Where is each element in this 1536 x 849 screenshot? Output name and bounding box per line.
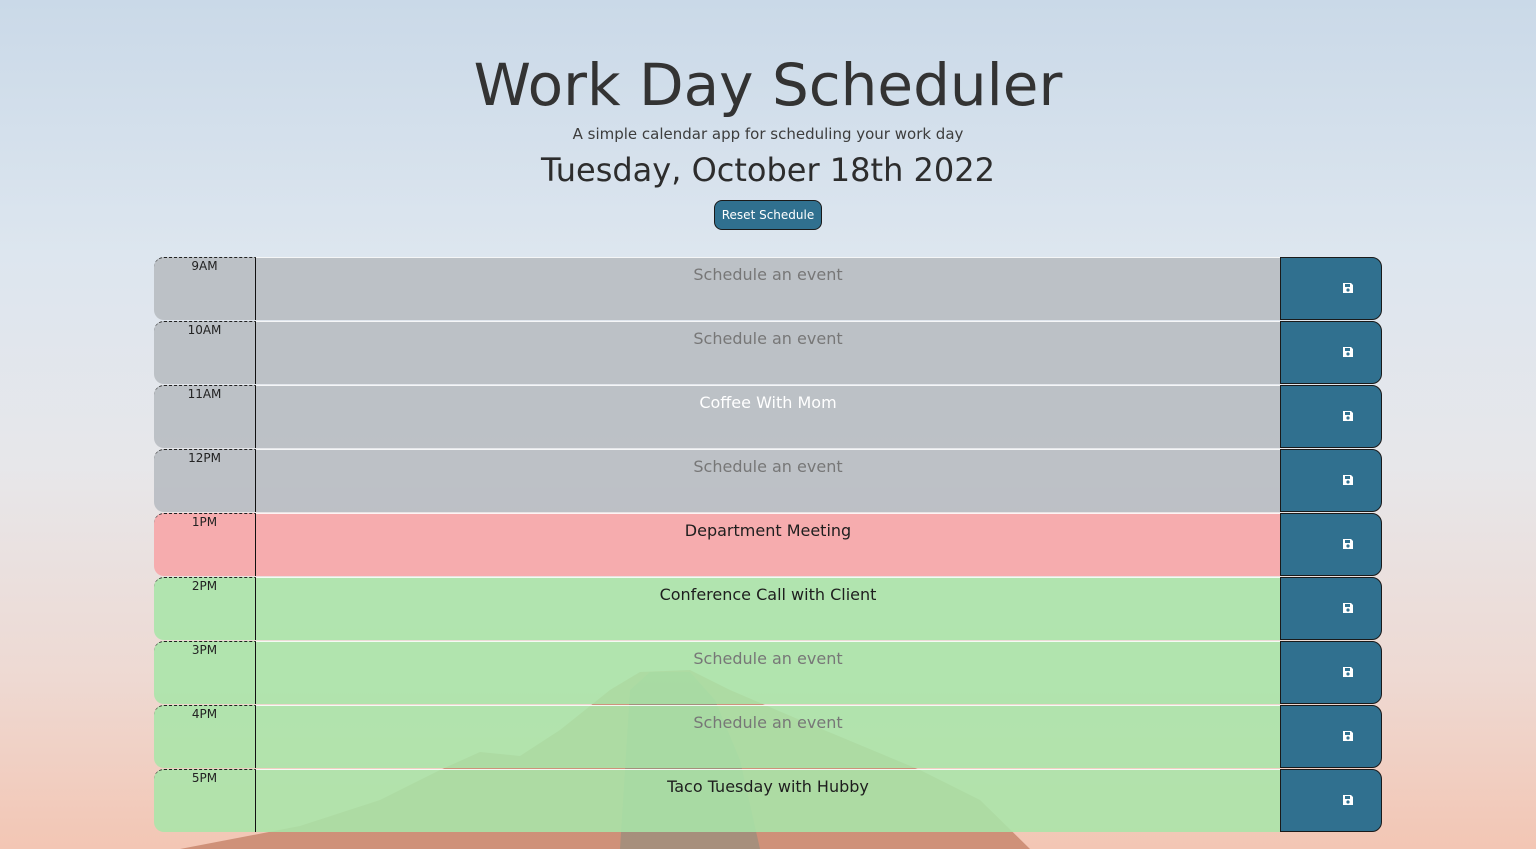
save-button[interactable] [1280,385,1382,448]
save-button[interactable] [1280,577,1382,640]
event-input[interactable]: Coffee With Mom [256,385,1280,448]
save-button[interactable] [1280,513,1382,576]
save-button[interactable] [1280,321,1382,384]
page-subtitle: A simple calendar app for scheduling you… [572,125,964,143]
hour-label: 2PM [154,577,256,640]
event-input[interactable] [256,321,1280,384]
save-icon [1343,539,1353,549]
current-date: Tuesday, October 18th 2022 [541,151,995,189]
hour-label: 11AM [154,385,256,448]
save-button[interactable] [1280,641,1382,704]
time-block-12pm: 12PM [154,449,1382,513]
event-input[interactable] [256,257,1280,320]
event-input[interactable]: Conference Call with Client [256,577,1280,640]
hour-label: 12PM [154,449,256,512]
save-icon [1343,731,1353,741]
time-block-3pm: 3PM [154,641,1382,705]
save-icon [1343,475,1353,485]
time-block-1pm: 1PM Department Meeting [154,513,1382,577]
save-icon [1343,795,1353,805]
hour-label: 5PM [154,769,256,832]
event-input[interactable] [256,449,1280,512]
hour-label: 9AM [154,257,256,320]
reset-schedule-button[interactable]: Reset Schedule [714,200,822,230]
save-button[interactable] [1280,769,1382,832]
hour-label: 1PM [154,513,256,576]
hour-label: 10AM [154,321,256,384]
event-input[interactable]: Taco Tuesday with Hubby [256,769,1280,832]
event-input[interactable] [256,641,1280,704]
time-block-11am: 11AM Coffee With Mom [154,385,1382,449]
time-block-10am: 10AM [154,321,1382,385]
event-input[interactable]: Department Meeting [256,513,1280,576]
save-icon [1343,347,1353,357]
time-block-2pm: 2PM Conference Call with Client [154,577,1382,641]
save-button[interactable] [1280,257,1382,320]
time-block-9am: 9AM [154,257,1382,321]
hour-label: 3PM [154,641,256,704]
save-icon [1343,603,1353,613]
save-icon [1343,667,1353,677]
save-icon [1343,411,1353,421]
event-input[interactable] [256,705,1280,768]
save-icon [1343,283,1353,293]
time-block-5pm: 5PM Taco Tuesday with Hubby [154,769,1382,833]
schedule-list: 9AM 10AM 11AM Coffee With Mom 12PM 1PM D… [154,257,1382,833]
time-block-4pm: 4PM [154,705,1382,769]
save-button[interactable] [1280,705,1382,768]
hour-label: 4PM [154,705,256,768]
save-button[interactable] [1280,449,1382,512]
page-title: Work Day Scheduler [473,51,1063,119]
